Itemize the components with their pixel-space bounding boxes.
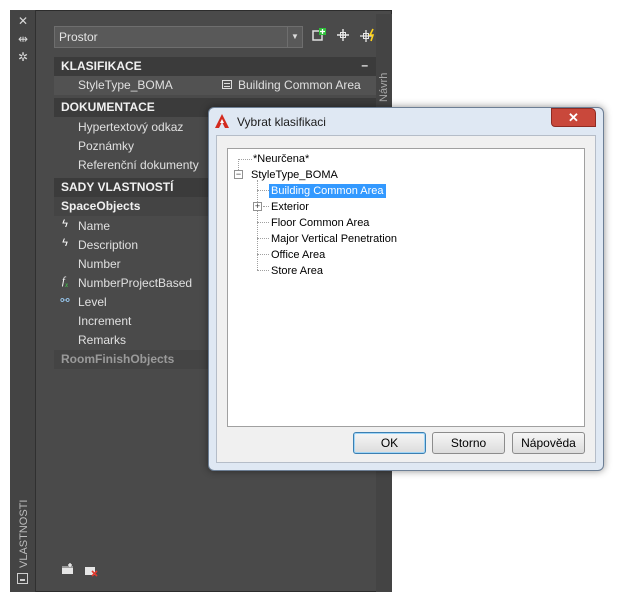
add-property-set-icon[interactable] (61, 562, 75, 574)
collapse-icon[interactable]: − (234, 170, 243, 179)
property-label: Level (78, 295, 107, 309)
palette-title: VLASTNOSTI (18, 499, 30, 568)
remove-property-set-icon[interactable] (84, 564, 98, 577)
property-label: Poznámky (78, 139, 135, 153)
property-label: Name (78, 219, 111, 233)
property-label: NumberProjectBased (78, 276, 193, 290)
tree-node-undefined[interactable]: *Neurčena* (253, 152, 309, 166)
cancel-button[interactable]: Storno (432, 432, 505, 454)
chevron-down-icon[interactable]: ▼ (287, 27, 302, 47)
category-label: KLASIFIKACE (61, 59, 142, 73)
autocad-logo-icon (214, 113, 230, 129)
tree-node[interactable]: Floor Common Area (271, 216, 369, 230)
tree-node[interactable]: Exterior (271, 200, 309, 214)
help-button[interactable]: Nápověda (512, 432, 585, 454)
expand-icon[interactable]: + (253, 202, 262, 211)
tab-navrh[interactable]: Návrh (378, 62, 390, 102)
property-label: Number (78, 257, 121, 271)
property-label: StyleType_BOMA (78, 78, 173, 92)
lightning-icon: ϟ (62, 237, 68, 249)
property-label: Increment (78, 314, 132, 328)
tree-node[interactable]: Major Vertical Penetration (271, 232, 397, 246)
classification-icon (222, 80, 232, 89)
tree-node-root[interactable]: StyleType_BOMA (251, 168, 338, 182)
auto-hide-icon[interactable]: ⇹ (10, 32, 36, 46)
ok-button[interactable]: OK (353, 432, 426, 454)
lightning-icon: ϟ (62, 218, 68, 230)
palette-toggle-icon[interactable] (17, 573, 28, 584)
object-type-value: Prostor (59, 30, 98, 44)
close-palette-icon[interactable]: ✕ (10, 14, 36, 28)
select-objects-icon[interactable] (334, 27, 352, 45)
property-set-label: RoomFinishObjects (61, 352, 175, 366)
property-row[interactable]: StyleType_BOMA Building Common Area (54, 76, 376, 95)
category-label: SADY VLASTNOSTÍ (61, 180, 174, 194)
formula-icon: fx (61, 275, 69, 290)
tree-node-selected[interactable]: Building Common Area (269, 184, 386, 198)
collapse-icon[interactable]: – (361, 58, 368, 72)
link-icon: ⚯ (60, 295, 70, 307)
property-set-label: SpaceObjects (61, 199, 141, 213)
property-label: Description (78, 238, 139, 252)
category-klasifikace[interactable]: KLASIFIKACE – (54, 57, 376, 76)
pickadd-toggle-icon[interactable] (359, 27, 377, 45)
object-type-select[interactable]: Prostor ▼ (54, 26, 303, 48)
dialog-title: Vybrat klasifikaci (237, 115, 326, 129)
tree-node[interactable]: Store Area (271, 264, 323, 278)
palette-settings-icon[interactable]: ✲ (10, 50, 36, 64)
quick-select-icon[interactable] (310, 27, 328, 45)
property-label: Referenční dokumenty (78, 158, 199, 172)
classification-tree[interactable]: *Neurčena* − StyleType_BOMA Building Com… (227, 148, 585, 427)
category-label: DOKUMENTACE (61, 100, 155, 114)
property-label: Hypertextový odkaz (78, 120, 184, 134)
tree-node[interactable]: Office Area (271, 248, 325, 262)
property-label: Remarks (78, 333, 127, 347)
dialog-close-button[interactable]: ✕ (551, 108, 596, 127)
property-value: Building Common Area (238, 78, 361, 92)
